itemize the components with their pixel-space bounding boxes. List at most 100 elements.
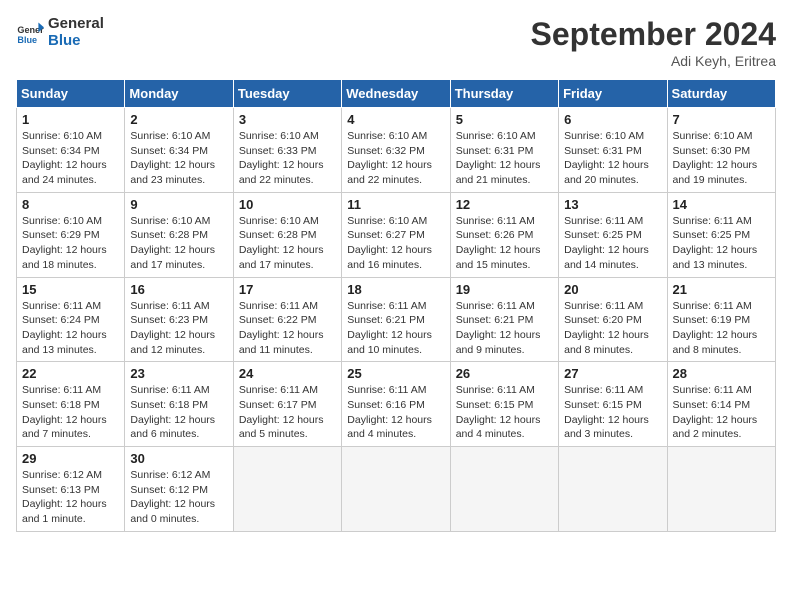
calendar-header: SundayMondayTuesdayWednesdayThursdayFrid… — [17, 80, 776, 108]
day-cell: 10Sunrise: 6:10 AM Sunset: 6:28 PM Dayli… — [233, 192, 341, 277]
header-row: SundayMondayTuesdayWednesdayThursdayFrid… — [17, 80, 776, 108]
day-cell: 3 Sunrise: 6:10 AM Sunset: 6:33 PM Daylig… — [233, 108, 341, 193]
day-info: Sunrise: 6:11 AM Sunset: 6:18 PM Dayligh… — [130, 383, 227, 442]
calendar-body: 1 Sunrise: 6:10 AM Sunset: 6:34 PM Daylig… — [17, 108, 776, 532]
svg-text:Blue: Blue — [17, 34, 37, 44]
day-cell: 4Sunrise: 6:10 AM Sunset: 6:32 PM Daylig… — [342, 108, 450, 193]
day-cell: 27 Sunrise: 6:11 AM Sunset: 6:15 PM Dayli… — [559, 362, 667, 447]
day-info: Sunrise: 6:11 AM Sunset: 6:25 PM Dayligh… — [564, 214, 661, 273]
day-info: Sunrise: 6:11 AM Sunset: 6:25 PM Dayligh… — [673, 214, 770, 273]
week-row-3: 15Sunrise: 6:11 AM Sunset: 6:24 PM Dayli… — [17, 277, 776, 362]
day-number: 4 — [347, 112, 444, 127]
day-cell: 19 Sunrise: 6:11 AM Sunset: 6:21 PM Dayli… — [450, 277, 558, 362]
day-cell: 30 Sunrise: 6:12 AM Sunset: 6:12 PM Dayli… — [125, 447, 233, 532]
day-cell: 29 Sunrise: 6:12 AM Sunset: 6:13 PM Dayli… — [17, 447, 125, 532]
day-cell: 9Sunrise: 6:10 AM Sunset: 6:28 PM Daylig… — [125, 192, 233, 277]
header-day-monday: Monday — [125, 80, 233, 108]
day-info: Sunrise: 6:11 AM Sunset: 6:18 PM Dayligh… — [22, 383, 119, 442]
day-cell: 28Sunrise: 6:11 AM Sunset: 6:14 PM Dayli… — [667, 362, 775, 447]
day-cell — [233, 447, 341, 532]
day-cell: 21Sunrise: 6:11 AM Sunset: 6:19 PM Dayli… — [667, 277, 775, 362]
day-info: Sunrise: 6:11 AM Sunset: 6:17 PM Dayligh… — [239, 383, 336, 442]
day-cell: 12 Sunrise: 6:11 AM Sunset: 6:26 PM Dayli… — [450, 192, 558, 277]
day-cell: 2 Sunrise: 6:10 AM Sunset: 6:34 PM Daylig… — [125, 108, 233, 193]
day-info: Sunrise: 6:11 AM Sunset: 6:22 PM Dayligh… — [239, 299, 336, 358]
day-number: 27 — [564, 366, 661, 381]
day-cell — [667, 447, 775, 532]
day-info: Sunrise: 6:11 AM Sunset: 6:20 PM Dayligh… — [564, 299, 661, 358]
day-number: 7 — [673, 112, 770, 127]
day-info: Sunrise: 6:10 AM Sunset: 6:34 PM Dayligh… — [130, 129, 227, 188]
day-info: Sunrise: 6:11 AM Sunset: 6:26 PM Dayligh… — [456, 214, 553, 273]
day-number: 29 — [22, 451, 119, 466]
day-cell: 18 Sunrise: 6:11 AM Sunset: 6:21 PM Dayli… — [342, 277, 450, 362]
header-day-saturday: Saturday — [667, 80, 775, 108]
day-number: 10 — [239, 197, 336, 212]
day-info: Sunrise: 6:10 AM Sunset: 6:27 PM Dayligh… — [347, 214, 444, 273]
week-row-5: 29 Sunrise: 6:12 AM Sunset: 6:13 PM Dayli… — [17, 447, 776, 532]
day-info: Sunrise: 6:10 AM Sunset: 6:34 PM Dayligh… — [22, 129, 119, 188]
day-cell: 24 Sunrise: 6:11 AM Sunset: 6:17 PM Dayli… — [233, 362, 341, 447]
day-info: Sunrise: 6:11 AM Sunset: 6:19 PM Dayligh… — [673, 299, 770, 358]
day-cell: 13 Sunrise: 6:11 AM Sunset: 6:25 PM Dayli… — [559, 192, 667, 277]
day-cell: 5 Sunrise: 6:10 AM Sunset: 6:31 PM Daylig… — [450, 108, 558, 193]
day-number: 14 — [673, 197, 770, 212]
day-info: Sunrise: 6:11 AM Sunset: 6:14 PM Dayligh… — [673, 383, 770, 442]
day-cell: 14 Sunrise: 6:11 AM Sunset: 6:25 PM Dayli… — [667, 192, 775, 277]
week-row-4: 22 Sunrise: 6:11 AM Sunset: 6:18 PM Dayli… — [17, 362, 776, 447]
day-number: 24 — [239, 366, 336, 381]
header: General Blue General Blue September 2024… — [16, 16, 776, 69]
day-cell: 20 Sunrise: 6:11 AM Sunset: 6:20 PM Dayli… — [559, 277, 667, 362]
logo: General Blue General Blue — [16, 16, 104, 49]
day-cell: 1 Sunrise: 6:10 AM Sunset: 6:34 PM Daylig… — [17, 108, 125, 193]
day-number: 6 — [564, 112, 661, 127]
day-number: 12 — [456, 197, 553, 212]
day-cell: 16 Sunrise: 6:11 AM Sunset: 6:23 PM Dayli… — [125, 277, 233, 362]
title-area: September 2024 Adi Keyh, Eritrea — [531, 16, 776, 69]
day-cell — [342, 447, 450, 532]
day-number: 13 — [564, 197, 661, 212]
day-number: 19 — [456, 282, 553, 297]
header-day-tuesday: Tuesday — [233, 80, 341, 108]
day-info: Sunrise: 6:10 AM Sunset: 6:30 PM Dayligh… — [673, 129, 770, 188]
day-cell: 15Sunrise: 6:11 AM Sunset: 6:24 PM Dayli… — [17, 277, 125, 362]
day-cell: 22 Sunrise: 6:11 AM Sunset: 6:18 PM Dayli… — [17, 362, 125, 447]
day-info: Sunrise: 6:12 AM Sunset: 6:13 PM Dayligh… — [22, 468, 119, 527]
day-info: Sunrise: 6:11 AM Sunset: 6:15 PM Dayligh… — [456, 383, 553, 442]
day-number: 23 — [130, 366, 227, 381]
day-number: 18 — [347, 282, 444, 297]
day-info: Sunrise: 6:11 AM Sunset: 6:24 PM Dayligh… — [22, 299, 119, 358]
day-info: Sunrise: 6:11 AM Sunset: 6:15 PM Dayligh… — [564, 383, 661, 442]
week-row-2: 8Sunrise: 6:10 AM Sunset: 6:29 PM Daylig… — [17, 192, 776, 277]
header-day-sunday: Sunday — [17, 80, 125, 108]
day-cell — [450, 447, 558, 532]
header-day-wednesday: Wednesday — [342, 80, 450, 108]
day-cell: 26Sunrise: 6:11 AM Sunset: 6:15 PM Dayli… — [450, 362, 558, 447]
day-number: 16 — [130, 282, 227, 297]
day-number: 20 — [564, 282, 661, 297]
day-info: Sunrise: 6:10 AM Sunset: 6:31 PM Dayligh… — [456, 129, 553, 188]
day-number: 5 — [456, 112, 553, 127]
day-info: Sunrise: 6:10 AM Sunset: 6:33 PM Dayligh… — [239, 129, 336, 188]
day-number: 1 — [22, 112, 119, 127]
logo-general: General — [48, 15, 104, 32]
logo-icon: General Blue — [16, 19, 44, 47]
day-cell: 8Sunrise: 6:10 AM Sunset: 6:29 PM Daylig… — [17, 192, 125, 277]
day-info: Sunrise: 6:12 AM Sunset: 6:12 PM Dayligh… — [130, 468, 227, 527]
day-number: 30 — [130, 451, 227, 466]
day-cell: 11Sunrise: 6:10 AM Sunset: 6:27 PM Dayli… — [342, 192, 450, 277]
day-info: Sunrise: 6:10 AM Sunset: 6:31 PM Dayligh… — [564, 129, 661, 188]
day-info: Sunrise: 6:11 AM Sunset: 6:16 PM Dayligh… — [347, 383, 444, 442]
header-day-friday: Friday — [559, 80, 667, 108]
day-number: 3 — [239, 112, 336, 127]
day-info: Sunrise: 6:11 AM Sunset: 6:21 PM Dayligh… — [456, 299, 553, 358]
day-number: 22 — [22, 366, 119, 381]
day-info: Sunrise: 6:11 AM Sunset: 6:23 PM Dayligh… — [130, 299, 227, 358]
day-number: 9 — [130, 197, 227, 212]
day-cell: 6 Sunrise: 6:10 AM Sunset: 6:31 PM Daylig… — [559, 108, 667, 193]
day-cell: 17Sunrise: 6:11 AM Sunset: 6:22 PM Dayli… — [233, 277, 341, 362]
day-number: 2 — [130, 112, 227, 127]
day-cell: 23 Sunrise: 6:11 AM Sunset: 6:18 PM Dayli… — [125, 362, 233, 447]
day-info: Sunrise: 6:11 AM Sunset: 6:21 PM Dayligh… — [347, 299, 444, 358]
logo-blue: Blue — [48, 32, 81, 49]
